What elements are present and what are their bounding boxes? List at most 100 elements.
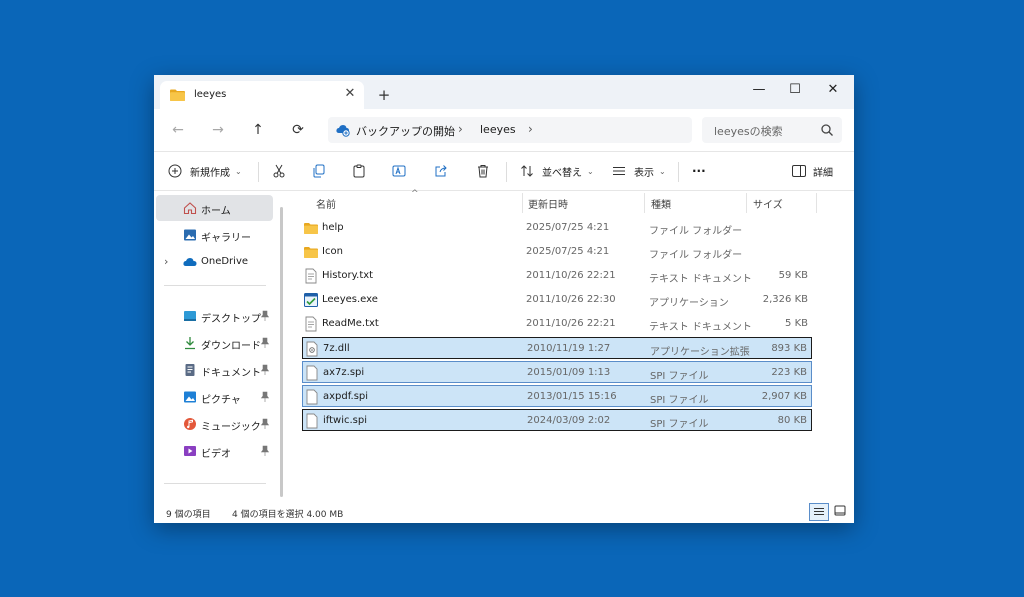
view-button[interactable]: 表示 ⌄ bbox=[612, 160, 666, 182]
column-divider[interactable] bbox=[816, 193, 817, 213]
file-size: 5 KB bbox=[785, 318, 808, 329]
pin-icon[interactable] bbox=[260, 418, 270, 430]
text-file-icon bbox=[305, 316, 317, 332]
sidebar-scrollbar[interactable] bbox=[280, 207, 283, 497]
cut-button[interactable] bbox=[272, 160, 286, 182]
column-divider[interactable] bbox=[522, 193, 523, 213]
file-date: 2025/07/25 4:21 bbox=[526, 222, 610, 233]
address-bar-row: ← → ↑ ⟳ バックアップの開始 › leeyes › leeyesの検索 bbox=[154, 109, 854, 151]
file-row-readme[interactable]: ReadMe.txt 2011/10/26 22:21 テキスト ドキュメント … bbox=[302, 313, 812, 335]
file-row-icon-folder[interactable]: Icon 2025/07/25 4:21 ファイル フォルダー bbox=[302, 241, 812, 263]
share-button[interactable] bbox=[434, 160, 448, 182]
sidebar-item-gallery[interactable]: ギャラリー bbox=[156, 222, 273, 248]
breadcrumb-backup[interactable]: バックアップの開始 bbox=[356, 123, 455, 139]
chevron-right-icon[interactable]: › bbox=[164, 255, 168, 268]
search-box[interactable]: leeyesの検索 bbox=[702, 117, 842, 143]
file-date: 2011/10/26 22:21 bbox=[526, 318, 616, 329]
search-placeholder: leeyesの検索 bbox=[714, 125, 783, 138]
file-type: ファイル フォルダー bbox=[649, 226, 743, 237]
file-explorer-window: leeyes ✕ + — ☐ ✕ ← → ↑ ⟳ バックアップの開始 › lee… bbox=[154, 75, 854, 523]
trash-icon bbox=[478, 165, 488, 178]
column-divider[interactable] bbox=[746, 193, 747, 213]
sidebar-item-label: ミュージック bbox=[201, 422, 261, 433]
file-row-axpdf-spi[interactable]: axpdf.spi 2013/01/15 15:16 SPI ファイル 2,90… bbox=[302, 385, 812, 407]
column-divider[interactable] bbox=[644, 193, 645, 213]
pin-icon[interactable] bbox=[260, 364, 270, 376]
sidebar-item-videos[interactable]: ビデオ bbox=[156, 438, 273, 464]
sidebar-item-pictures[interactable]: ピクチャ bbox=[156, 384, 273, 410]
column-header-date[interactable]: 更新日時 bbox=[528, 191, 568, 213]
sort-ascending-icon: ^ bbox=[411, 189, 419, 199]
file-name: ReadMe.txt bbox=[322, 318, 379, 329]
new-tab-button[interactable]: + bbox=[374, 85, 394, 105]
file-type: ファイル フォルダー bbox=[649, 250, 743, 261]
file-date: 2011/10/26 22:30 bbox=[526, 294, 616, 305]
tiles-view-icon bbox=[834, 505, 846, 516]
rename-icon bbox=[392, 165, 406, 177]
file-row-ax7z-spi[interactable]: ax7z.spi 2015/01/09 1:13 SPI ファイル 223 KB bbox=[302, 361, 812, 383]
back-button[interactable]: ← bbox=[166, 119, 190, 141]
search-icon[interactable] bbox=[820, 123, 834, 137]
new-button[interactable]: 新規作成 ⌄ bbox=[168, 160, 242, 182]
column-header-size[interactable]: サイズ bbox=[753, 191, 783, 213]
breadcrumb-chevron-icon[interactable]: › bbox=[528, 122, 533, 136]
details-view-button[interactable] bbox=[809, 503, 829, 521]
sidebar-item-onedrive[interactable]: › OneDrive bbox=[156, 249, 273, 275]
pin-icon[interactable] bbox=[260, 310, 270, 322]
home-icon bbox=[183, 202, 197, 215]
details-pane-button[interactable]: 詳細 bbox=[792, 160, 833, 182]
file-row-history[interactable]: History.txt 2011/10/26 22:21 テキスト ドキュメント… bbox=[302, 265, 812, 287]
chevron-down-icon: ⌄ bbox=[659, 166, 666, 176]
file-date: 2011/10/26 22:21 bbox=[526, 270, 616, 281]
forward-button[interactable]: → bbox=[206, 119, 230, 141]
status-bar: 9 個の項目 4 個の項目を選択 4.00 MB bbox=[154, 501, 854, 523]
sidebar-item-documents[interactable]: ドキュメント bbox=[156, 357, 273, 383]
maximize-button[interactable]: ☐ bbox=[776, 78, 814, 102]
paste-button[interactable] bbox=[352, 160, 366, 182]
file-size: 2,907 KB bbox=[761, 391, 807, 402]
file-type: アプリケーション bbox=[649, 298, 729, 309]
file-size: 59 KB bbox=[778, 270, 808, 281]
sidebar-item-downloads[interactable]: ダウンロード bbox=[156, 330, 273, 356]
file-type: SPI ファイル bbox=[650, 371, 709, 382]
toolbar-divider bbox=[506, 162, 507, 182]
copy-button[interactable] bbox=[312, 160, 326, 182]
pin-icon[interactable] bbox=[260, 337, 270, 349]
file-row-7z-dll[interactable]: 7z.dll 2010/11/19 1:27 アプリケーション拡張 893 KB bbox=[302, 337, 812, 359]
sort-button[interactable]: 並べ替え ⌄ bbox=[520, 160, 594, 182]
column-header-name[interactable]: 名前 bbox=[316, 191, 336, 213]
column-header-type[interactable]: 種類 bbox=[651, 191, 671, 213]
more-options-button[interactable]: ··· bbox=[692, 160, 706, 182]
plus-circle-icon bbox=[168, 164, 182, 178]
toolbar-divider bbox=[678, 162, 679, 182]
pin-icon[interactable] bbox=[260, 445, 270, 457]
tab-leeyes[interactable]: leeyes ✕ bbox=[160, 81, 364, 109]
rename-button[interactable] bbox=[392, 160, 406, 182]
file-row-iftwic-spi[interactable]: iftwic.spi 2024/03/09 2:02 SPI ファイル 80 K… bbox=[302, 409, 812, 431]
file-row-leeyes-exe[interactable]: Leeyes.exe 2011/10/26 22:30 アプリケーション 2,3… bbox=[302, 289, 812, 311]
breadcrumb-chevron-icon[interactable]: › bbox=[458, 122, 463, 136]
sidebar-item-home[interactable]: ホーム bbox=[156, 195, 273, 221]
close-tab-icon[interactable]: ✕ bbox=[340, 84, 360, 104]
breadcrumb-leeyes[interactable]: leeyes bbox=[480, 123, 516, 136]
file-name: Leeyes.exe bbox=[322, 294, 378, 305]
backup-cloud-icon bbox=[336, 125, 350, 137]
address-box[interactable]: バックアップの開始 › leeyes › bbox=[328, 117, 692, 143]
sidebar-item-label: ギャラリー bbox=[201, 233, 251, 244]
pictures-icon bbox=[184, 391, 196, 403]
file-type: テキスト ドキュメント bbox=[649, 322, 752, 333]
pin-icon[interactable] bbox=[260, 391, 270, 403]
command-toolbar: 新規作成 ⌄ 並べ替え ⌄ 表示 ⌄ ··· 詳細 bbox=[154, 151, 854, 191]
refresh-button[interactable]: ⟳ bbox=[286, 119, 310, 141]
tiles-view-button[interactable] bbox=[831, 503, 851, 521]
close-window-button[interactable]: ✕ bbox=[814, 78, 852, 102]
file-row-help[interactable]: help 2025/07/25 4:21 ファイル フォルダー bbox=[302, 217, 812, 239]
file-icon bbox=[306, 389, 318, 405]
download-icon bbox=[185, 337, 195, 350]
minimize-button[interactable]: — bbox=[740, 78, 778, 102]
sidebar-item-music[interactable]: ミュージック bbox=[156, 411, 273, 437]
up-button[interactable]: ↑ bbox=[246, 119, 270, 141]
delete-button[interactable] bbox=[476, 160, 490, 182]
sidebar-item-desktop[interactable]: デスクトップ bbox=[156, 303, 273, 329]
file-date: 2024/03/09 2:02 bbox=[527, 415, 611, 426]
